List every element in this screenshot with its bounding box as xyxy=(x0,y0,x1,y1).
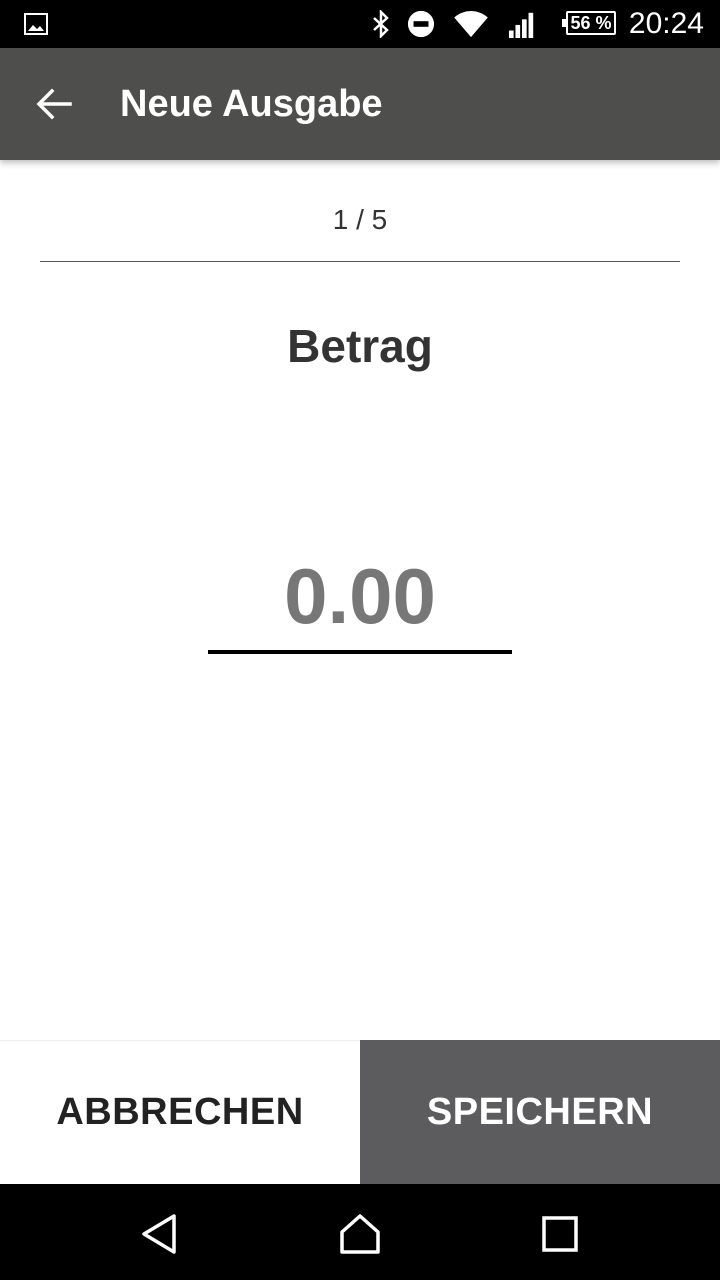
app-toolbar: Neue Ausgabe xyxy=(0,48,720,160)
wifi-icon xyxy=(454,11,488,38)
recents-icon[interactable] xyxy=(538,1212,582,1256)
step-indicator: 1 / 5 xyxy=(332,204,388,235)
bluetooth-icon xyxy=(373,10,389,38)
divider xyxy=(40,261,680,262)
cancel-button-label: ABBRECHEN xyxy=(56,1091,304,1133)
page-title: Neue Ausgabe xyxy=(120,83,383,125)
do-not-disturb-icon xyxy=(407,10,435,38)
status-bar: 56 % 20:24 xyxy=(0,0,720,48)
arrow-back-icon[interactable] xyxy=(34,84,74,124)
amount-input[interactable]: 0.00 xyxy=(208,548,512,654)
signal-icon xyxy=(508,12,534,38)
back-triangle-icon[interactable] xyxy=(138,1212,182,1256)
navigation-bar xyxy=(0,1184,720,1280)
home-icon[interactable] xyxy=(338,1212,382,1256)
clock: 20:24 xyxy=(628,7,704,40)
field-heading: Betrag xyxy=(287,320,433,372)
battery-icon: 56 % xyxy=(562,11,616,35)
battery-level: 56 % xyxy=(570,13,612,33)
save-button-label: SPEICHERN xyxy=(426,1090,654,1133)
save-button[interactable]: SPEICHERN xyxy=(360,1040,720,1184)
image-icon xyxy=(24,13,48,35)
cancel-button[interactable]: ABBRECHEN xyxy=(0,1040,360,1184)
